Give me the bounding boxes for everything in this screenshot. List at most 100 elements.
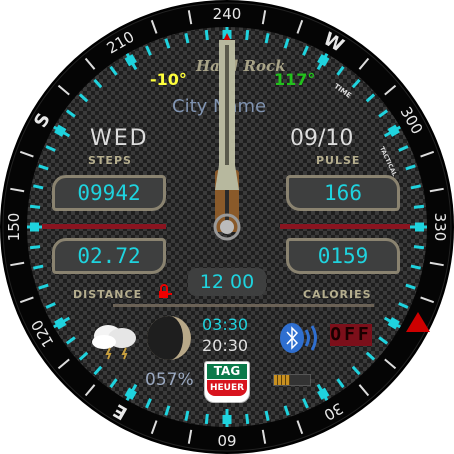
- minute-tick: [264, 410, 270, 421]
- calories-value: 0159: [286, 238, 400, 274]
- minute-tick: [302, 398, 309, 409]
- bezel-label: 300: [397, 104, 427, 138]
- bezel-label: 240: [213, 5, 242, 23]
- hour-tick-block: [317, 54, 330, 67]
- minute-tick: [38, 283, 49, 290]
- minute-tick: [78, 93, 89, 103]
- minute-tick: [204, 413, 209, 425]
- thunderstorm-cloud-icon: [92, 325, 136, 360]
- city-name: City Name: [172, 96, 267, 117]
- sunset-time: 20:30: [202, 336, 249, 355]
- status-off: OFF: [330, 324, 372, 346]
- minute-tick: [184, 33, 190, 44]
- bezel-label: 30: [321, 399, 347, 424]
- temp-low: -10°: [150, 70, 187, 89]
- minute-tick: [351, 365, 361, 376]
- minute-tick: [33, 264, 44, 270]
- minute-tick: [378, 109, 389, 118]
- divider-left: [42, 224, 166, 229]
- brand-top-logo: Hard Rock: [196, 57, 286, 75]
- pulse-value: 166: [286, 175, 400, 211]
- bezel-label: 120: [28, 317, 58, 351]
- minute-tick: [405, 164, 416, 171]
- hour-tick-block: [387, 124, 400, 137]
- bezel-label: E: [110, 399, 131, 423]
- minute-tick: [413, 204, 425, 209]
- minute-tick: [93, 78, 103, 89]
- minute-tick: [29, 204, 41, 209]
- minute-tick: [351, 78, 361, 89]
- distance-value: 02.72: [52, 238, 166, 274]
- minute-tick: [29, 245, 41, 250]
- tag-text: TAG: [207, 364, 247, 379]
- minute-tick: [184, 410, 190, 421]
- hour-tick-block: [317, 387, 330, 400]
- minute-tick: [145, 45, 152, 56]
- bezel-label: 330: [431, 213, 449, 242]
- minute-tick: [109, 65, 118, 76]
- lock-icon: [159, 284, 172, 298]
- steps-value: 09942: [52, 175, 166, 211]
- minute-tick: [38, 164, 49, 171]
- moon-icon: [147, 316, 191, 360]
- separator: [113, 304, 374, 307]
- minute-tick: [245, 29, 250, 41]
- tag-heuer-logo: TAG HEUER: [204, 361, 250, 403]
- hour-tick-block: [54, 317, 67, 330]
- minute-tick: [145, 398, 152, 409]
- minute-tick: [93, 365, 103, 376]
- humidity: 057%: [145, 370, 194, 390]
- minute-tick: [65, 109, 76, 118]
- minute-tick: [410, 264, 421, 270]
- minute-tick: [164, 405, 171, 416]
- minute-tick: [164, 38, 171, 49]
- bezel-label: 60: [217, 431, 236, 449]
- bezel-label: 210: [104, 28, 138, 58]
- bezel-label: W: [320, 28, 348, 56]
- pulse-label: PULSE: [316, 154, 361, 167]
- minute-tick: [45, 302, 56, 309]
- bluetooth-icon: [280, 323, 317, 353]
- minute-tick: [365, 93, 376, 103]
- minute-tick: [336, 378, 345, 389]
- minute-tick: [283, 38, 290, 49]
- minute-tick: [365, 351, 376, 361]
- bezel-label: 150: [5, 213, 23, 242]
- minute-tick: [245, 413, 250, 425]
- bezel-label: S: [30, 110, 55, 132]
- hour-tick-block: [124, 387, 137, 400]
- divider-right: [280, 224, 410, 229]
- hour-tick-block: [54, 124, 67, 137]
- minute-tick: [405, 283, 416, 290]
- date: 09/10: [290, 126, 354, 151]
- minute-tick: [398, 145, 409, 152]
- minute-tick: [33, 184, 44, 190]
- steps-label: STEPS: [88, 154, 132, 167]
- calories-label: CALORIES: [303, 288, 372, 301]
- digital-time: 12 00: [188, 268, 266, 296]
- minute-tick: [45, 145, 56, 152]
- minute-tick: [65, 336, 76, 345]
- minute-tick: [398, 302, 409, 309]
- north-marker-icon: [406, 312, 430, 332]
- battery-fill: [274, 375, 291, 385]
- heuer-text: HEUER: [207, 380, 247, 396]
- minute-tick: [109, 378, 118, 389]
- minute-tick: [378, 336, 389, 345]
- minute-tick: [78, 351, 89, 361]
- minute-tick: [302, 45, 309, 56]
- minute-tick: [283, 405, 290, 416]
- hour-tick-block: [124, 54, 137, 67]
- battery-indicator: [273, 374, 311, 386]
- sunrise-time: 03:30: [202, 315, 249, 334]
- watch-face: 240 W 300 330 30 60 E 120 150 S 210 Hard Rock -10°…: [0, 0, 454, 454]
- minute-tick: [410, 184, 421, 190]
- hour-tick-block: [387, 317, 400, 330]
- minute-tick: [204, 29, 209, 41]
- day-of-week: WED: [90, 126, 149, 151]
- minute-tick: [264, 33, 270, 44]
- minute-tick: [413, 245, 425, 250]
- temp-high: 117°: [274, 70, 316, 89]
- minute-tick: [336, 65, 345, 76]
- distance-label: DISTANCE: [73, 288, 143, 301]
